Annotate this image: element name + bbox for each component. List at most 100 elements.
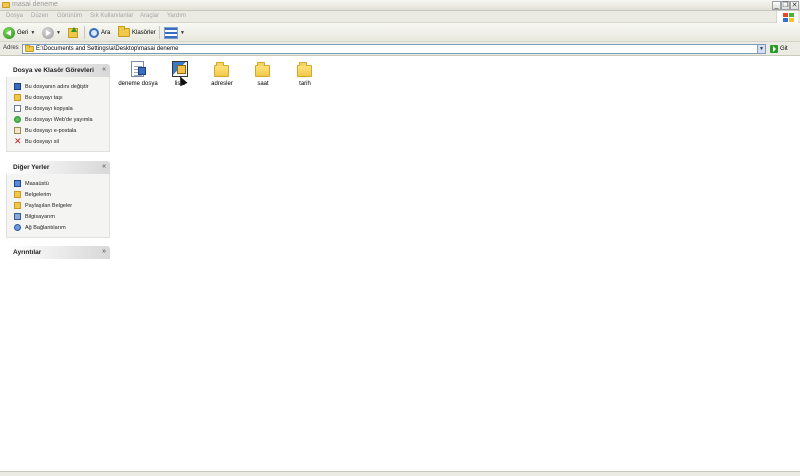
place-network[interactable]: Ağ Bağlantılarım xyxy=(14,222,104,233)
views-icon xyxy=(164,26,178,39)
window-title: masai deneme xyxy=(12,1,58,8)
folder-icon xyxy=(2,2,10,8)
folder-icon xyxy=(255,61,271,77)
file-view: deneme dosya liste adresler saat tarih xyxy=(114,57,800,471)
menu-view[interactable]: Görünüm xyxy=(57,13,82,19)
folder-up-icon xyxy=(68,26,78,38)
other-places-header[interactable]: Diğer Yerler « xyxy=(6,161,110,174)
application-icon xyxy=(172,61,188,77)
folder-item-adresler[interactable]: adresler xyxy=(199,61,245,87)
place-desktop[interactable]: Masaüstü xyxy=(14,178,104,189)
address-bar: Adres E:\Documents and Settings\a\Deskto… xyxy=(0,42,800,56)
menu-help[interactable]: Yardım xyxy=(167,13,186,19)
collapse-icon[interactable]: « xyxy=(102,163,106,170)
task-label: Bu dosyayı sil xyxy=(25,138,59,145)
back-arrow-icon xyxy=(3,26,15,39)
file-tasks-header[interactable]: Dosya ve Klasör Görevleri « xyxy=(6,64,110,77)
search-button[interactable]: Ara xyxy=(89,26,110,39)
task-label: Bu dosyayı kopyala xyxy=(25,105,73,112)
views-button[interactable]: ▼ xyxy=(164,26,185,39)
place-label: Paylaşılan Belgeler xyxy=(25,202,73,209)
file-label: saat xyxy=(257,81,269,87)
title-bar: masai deneme _ ❐ ✕ xyxy=(0,0,800,11)
other-places-panel: Diğer Yerler « Masaüstü Belgelerim Payla… xyxy=(6,161,110,238)
details-header[interactable]: Ayrıntılar » xyxy=(6,246,110,259)
file-tasks-list: Bu dosyanın adını değiştir Bu dosyayı ta… xyxy=(6,77,110,152)
place-label: Masaüstü xyxy=(25,180,49,187)
chevron-down-icon: ▼ xyxy=(56,29,61,36)
other-places-list: Masaüstü Belgelerim Paylaşılan Belgeler … xyxy=(6,174,110,238)
go-button[interactable]: Git xyxy=(770,44,788,54)
collapse-icon[interactable]: « xyxy=(102,66,106,73)
panel-title: Diğer Yerler xyxy=(13,164,50,171)
copy-icon xyxy=(14,105,21,112)
details-panel: Ayrıntılar » xyxy=(6,246,110,259)
forward-arrow-icon xyxy=(42,26,54,39)
shared-documents-icon xyxy=(14,202,21,209)
place-label: Ağ Bağlantılarım xyxy=(25,224,66,231)
toolbar-divider xyxy=(84,26,85,39)
panel-title: Ayrıntılar xyxy=(13,249,42,256)
toolbar-divider xyxy=(159,26,160,39)
task-pane: Dosya ve Klasör Görevleri « Bu dosyanın … xyxy=(0,57,114,476)
place-label: Bilgisayarım xyxy=(25,213,55,220)
status-bar xyxy=(0,471,800,476)
address-path: E:\Documents and Settings\a\Desktop\masa… xyxy=(36,46,179,52)
task-publish-web[interactable]: Bu dosyayı Web'de yayımla xyxy=(14,114,104,125)
toolbar: Geri ▼ ▼ Ara Klasörler ▼ xyxy=(0,23,800,42)
chevron-down-icon: ▼ xyxy=(180,29,185,36)
panel-title: Dosya ve Klasör Görevleri xyxy=(13,67,94,74)
task-label: Bu dosyayı e-postala xyxy=(25,127,77,134)
move-icon xyxy=(14,94,21,101)
minimize-button[interactable]: _ xyxy=(772,1,781,10)
file-label: deneme dosya xyxy=(118,81,158,87)
folder-icon xyxy=(25,45,34,52)
document-icon xyxy=(130,61,146,77)
task-email[interactable]: Bu dosyayı e-postala xyxy=(14,125,104,136)
task-move[interactable]: Bu dosyayı taşı xyxy=(14,92,104,103)
menu-tools[interactable]: Araçlar xyxy=(140,13,159,19)
folders-label: Klasörler xyxy=(132,29,156,36)
delete-icon: ✕ xyxy=(14,136,22,146)
forward-button[interactable]: ▼ xyxy=(42,26,61,39)
web-publish-icon xyxy=(14,116,21,123)
menu-edit[interactable]: Düzen xyxy=(31,13,48,19)
restore-button[interactable]: ❐ xyxy=(781,1,790,10)
rename-icon xyxy=(14,83,21,90)
place-shared-documents[interactable]: Paylaşılan Belgeler xyxy=(14,200,104,211)
up-folder-button[interactable] xyxy=(68,26,78,39)
windows-logo-icon xyxy=(776,11,798,23)
folders-button[interactable]: Klasörler xyxy=(118,26,156,39)
close-button[interactable]: ✕ xyxy=(790,1,799,10)
place-my-computer[interactable]: Bilgisayarım xyxy=(14,211,104,222)
chevron-down-icon[interactable]: ▼ xyxy=(757,45,765,53)
file-label: adresler xyxy=(211,81,233,87)
address-input[interactable]: E:\Documents and Settings\a\Desktop\masa… xyxy=(22,44,766,54)
menu-file[interactable]: Dosya xyxy=(6,13,23,19)
desktop-icon xyxy=(14,180,21,187)
folder-item-saat[interactable]: saat xyxy=(240,61,286,87)
place-label: Belgelerim xyxy=(25,191,51,198)
place-my-documents[interactable]: Belgelerim xyxy=(14,189,104,200)
chevron-down-icon: ▼ xyxy=(30,29,36,36)
task-rename[interactable]: Bu dosyanın adını değiştir xyxy=(14,81,104,92)
file-item-deneme-dosya[interactable]: deneme dosya xyxy=(115,61,161,87)
email-icon xyxy=(14,127,21,134)
task-label: Bu dosyanın adını değiştir xyxy=(25,83,89,90)
file-tasks-panel: Dosya ve Klasör Görevleri « Bu dosyanın … xyxy=(6,64,110,152)
task-label: Bu dosyayı taşı xyxy=(25,94,63,101)
task-copy[interactable]: Bu dosyayı kopyala xyxy=(14,103,104,114)
task-delete[interactable]: ✕ Bu dosyayı sil xyxy=(14,136,104,147)
menu-bar: Dosya Düzen Görünüm Sık Kullanılanlar Ar… xyxy=(0,11,800,23)
menu-favorites[interactable]: Sık Kullanılanlar xyxy=(90,13,133,19)
back-label: Geri xyxy=(17,29,29,36)
network-icon xyxy=(14,224,21,231)
file-label: tarih xyxy=(299,81,311,87)
back-button[interactable]: Geri ▼ xyxy=(3,26,35,39)
go-label: Git xyxy=(780,46,788,52)
my-computer-icon xyxy=(14,213,21,220)
folder-item-tarih[interactable]: tarih xyxy=(282,61,328,87)
expand-icon[interactable]: » xyxy=(102,248,106,255)
folder-icon xyxy=(118,26,130,37)
go-arrow-icon xyxy=(770,45,778,53)
